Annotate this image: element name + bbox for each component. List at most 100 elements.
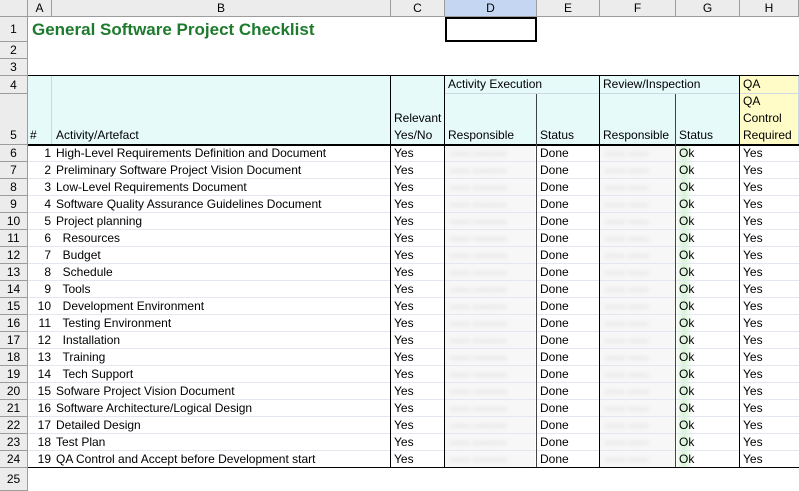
- item-review-status[interactable]: Ok: [679, 434, 694, 451]
- item-responsible-rev-redacted[interactable]: ––– –––: [605, 451, 648, 468]
- item-status[interactable]: Done: [540, 298, 569, 315]
- item-activity[interactable]: Project planning: [56, 213, 142, 230]
- item-number[interactable]: 16: [28, 400, 51, 417]
- item-responsible-exec-redacted[interactable]: ––– –––––: [450, 366, 507, 383]
- item-status[interactable]: Done: [540, 451, 569, 468]
- item-number[interactable]: 5: [28, 213, 51, 230]
- column-header-e[interactable]: E: [537, 0, 600, 17]
- item-status[interactable]: Done: [540, 196, 569, 213]
- row-header-9[interactable]: 9: [0, 196, 28, 213]
- item-responsible-rev-redacted[interactable]: ––– –––: [605, 230, 648, 247]
- item-number[interactable]: 4: [28, 196, 51, 213]
- row-header-4[interactable]: 4: [0, 76, 28, 94]
- row-header-24[interactable]: 24: [0, 451, 28, 468]
- item-relevant[interactable]: Yes: [394, 281, 414, 298]
- item-activity[interactable]: Development Environment: [56, 298, 204, 315]
- item-status[interactable]: Done: [540, 417, 569, 434]
- item-number[interactable]: 12: [28, 332, 51, 349]
- item-activity[interactable]: Preliminary Software Project Vision Docu…: [56, 162, 301, 179]
- item-qa-required[interactable]: Yes: [743, 383, 763, 400]
- item-responsible-rev-redacted[interactable]: ––– –––: [605, 145, 648, 162]
- active-cell-d1[interactable]: [445, 17, 537, 42]
- item-relevant[interactable]: Yes: [394, 264, 414, 281]
- item-status[interactable]: Done: [540, 315, 569, 332]
- item-activity[interactable]: Training: [56, 349, 105, 366]
- item-qa-required[interactable]: Yes: [743, 179, 763, 196]
- item-qa-required[interactable]: Yes: [743, 213, 763, 230]
- item-status[interactable]: Done: [540, 366, 569, 383]
- item-review-status[interactable]: Ok: [679, 145, 694, 162]
- sheet-title[interactable]: General Software Project Checklist: [32, 20, 315, 40]
- row-header-20[interactable]: 20: [0, 383, 28, 400]
- item-review-status[interactable]: Ok: [679, 179, 694, 196]
- hdr-qa[interactable]: QA: [740, 76, 799, 94]
- column-header-h[interactable]: H: [740, 0, 799, 17]
- item-responsible-exec-redacted[interactable]: ––– –––––: [450, 213, 507, 230]
- item-qa-required[interactable]: Yes: [743, 451, 763, 468]
- item-status[interactable]: Done: [540, 213, 569, 230]
- item-activity[interactable]: Low-Level Requirements Document: [56, 179, 247, 196]
- item-responsible-exec-redacted[interactable]: ––– –––––: [450, 247, 507, 264]
- item-relevant[interactable]: Yes: [394, 383, 414, 400]
- item-review-status[interactable]: Ok: [679, 451, 694, 468]
- item-qa-required[interactable]: Yes: [743, 417, 763, 434]
- item-activity[interactable]: Sofware Project Vision Document: [56, 383, 235, 400]
- row-header-14[interactable]: 14: [0, 281, 28, 298]
- item-status[interactable]: Done: [540, 230, 569, 247]
- item-number[interactable]: 11: [28, 315, 51, 332]
- item-responsible-exec-redacted[interactable]: ––– –––––: [450, 383, 507, 400]
- row-header-3[interactable]: 3: [0, 59, 28, 76]
- item-number[interactable]: 1: [28, 145, 51, 162]
- item-review-status[interactable]: Ok: [679, 162, 694, 179]
- item-review-status[interactable]: Ok: [679, 332, 694, 349]
- item-status[interactable]: Done: [540, 179, 569, 196]
- item-activity[interactable]: Software Architecture/Logical Design: [56, 400, 252, 417]
- row-header-5[interactable]: 5: [0, 94, 28, 145]
- item-qa-required[interactable]: Yes: [743, 196, 763, 213]
- column-header-g[interactable]: G: [676, 0, 740, 17]
- column-header-b[interactable]: B: [52, 0, 391, 17]
- item-status[interactable]: Done: [540, 145, 569, 162]
- item-responsible-exec-redacted[interactable]: ––– –––––: [450, 196, 507, 213]
- item-responsible-rev-redacted[interactable]: ––– –––: [605, 162, 648, 179]
- row-header-18[interactable]: 18: [0, 349, 28, 366]
- item-qa-required[interactable]: Yes: [743, 298, 763, 315]
- item-review-status[interactable]: Ok: [679, 281, 694, 298]
- item-review-status[interactable]: Ok: [679, 349, 694, 366]
- row-header-2[interactable]: 2: [0, 42, 28, 59]
- item-number[interactable]: 14: [28, 366, 51, 383]
- row-header-6[interactable]: 6: [0, 145, 28, 162]
- column-header-d[interactable]: D: [445, 0, 537, 17]
- item-number[interactable]: 8: [28, 264, 51, 281]
- hdr-review-inspection[interactable]: Review/Inspection: [600, 76, 740, 94]
- item-review-status[interactable]: Ok: [679, 400, 694, 417]
- item-responsible-exec-redacted[interactable]: ––– –––––: [450, 145, 507, 162]
- item-responsible-exec-redacted[interactable]: ––– –––––: [450, 332, 507, 349]
- item-number[interactable]: 13: [28, 349, 51, 366]
- item-activity[interactable]: QA Control and Accept before Development…: [56, 451, 315, 468]
- item-qa-required[interactable]: Yes: [743, 281, 763, 298]
- item-relevant[interactable]: Yes: [394, 349, 414, 366]
- item-status[interactable]: Done: [540, 434, 569, 451]
- item-responsible-rev-redacted[interactable]: ––– –––: [605, 196, 648, 213]
- item-number[interactable]: 18: [28, 434, 51, 451]
- row-header-15[interactable]: 15: [0, 298, 28, 315]
- row-header-10[interactable]: 10: [0, 213, 28, 230]
- item-number[interactable]: 10: [28, 298, 51, 315]
- item-qa-required[interactable]: Yes: [743, 434, 763, 451]
- item-responsible-exec-redacted[interactable]: ––– –––––: [450, 434, 507, 451]
- item-activity[interactable]: Schedule: [56, 264, 113, 281]
- item-responsible-exec-redacted[interactable]: ––– –––––: [450, 417, 507, 434]
- item-review-status[interactable]: Ok: [679, 366, 694, 383]
- row-header-1[interactable]: 1: [0, 17, 28, 42]
- item-relevant[interactable]: Yes: [394, 332, 414, 349]
- item-review-status[interactable]: Ok: [679, 230, 694, 247]
- row-header-25[interactable]: 25: [0, 468, 28, 491]
- item-number[interactable]: 15: [28, 383, 51, 400]
- item-review-status[interactable]: Ok: [679, 264, 694, 281]
- item-responsible-rev-redacted[interactable]: ––– –––: [605, 179, 648, 196]
- item-qa-required[interactable]: Yes: [743, 366, 763, 383]
- item-relevant[interactable]: Yes: [394, 145, 414, 162]
- item-relevant[interactable]: Yes: [394, 400, 414, 417]
- item-responsible-exec-redacted[interactable]: ––– –––––: [450, 451, 507, 468]
